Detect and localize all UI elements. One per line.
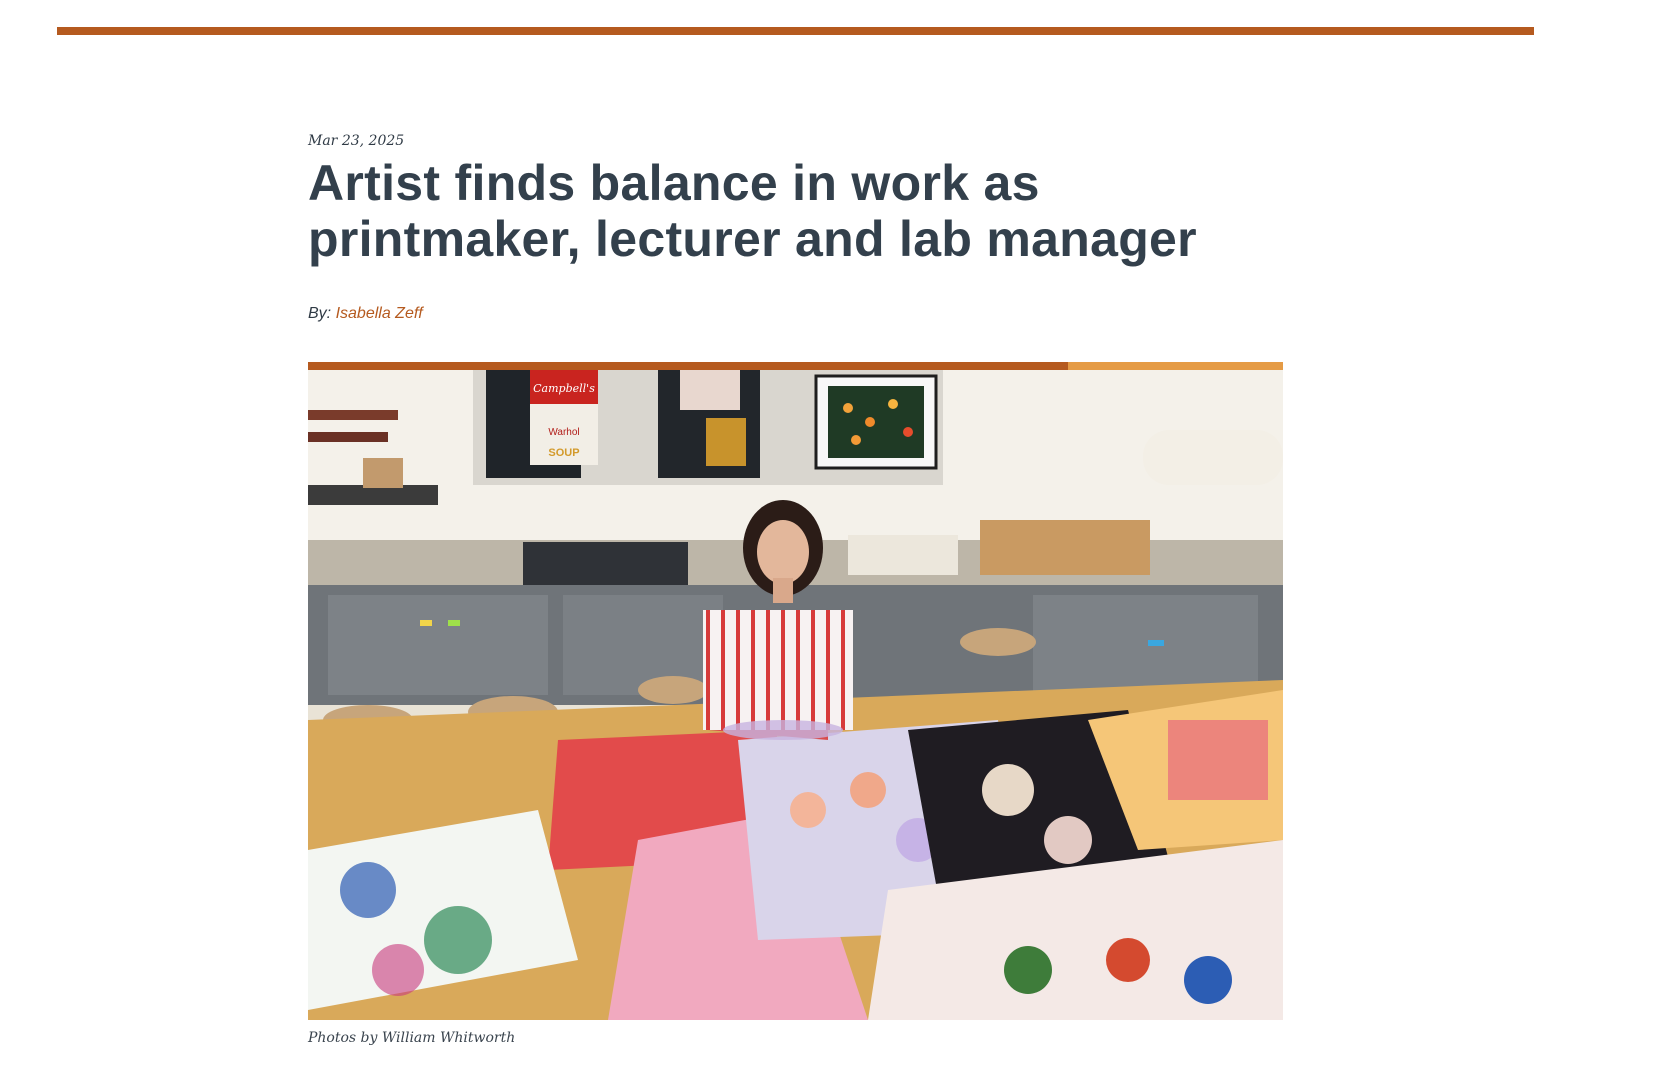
article-figure: Campbell's Warhol SOUP Photos by William…	[308, 362, 1283, 1046]
byline-prefix: By:	[308, 305, 332, 322]
photo-caption: Photos by William Whitworth	[308, 1030, 516, 1046]
headline-line-1: Artist finds balance in work as	[308, 155, 1040, 211]
poster-text-warhol: Warhol	[548, 427, 579, 438]
header-accent-rule	[57, 27, 1534, 35]
figure-rule-dark-segment	[308, 362, 1068, 370]
publish-date: Mar 23, 2025	[308, 133, 405, 149]
article-photo: Campbell's Warhol SOUP	[308, 370, 1283, 1020]
byline: By: Isabella Zeff	[308, 305, 1288, 323]
headline-line-2: printmaker, lecturer and lab manager	[308, 211, 1197, 267]
article-headline: Artist finds balance in work as printmak…	[308, 155, 1288, 267]
article-header: Mar 23, 2025 Artist finds balance in wor…	[308, 133, 1288, 323]
poster-text-campbells: Campbell's	[533, 382, 595, 395]
figure-accent-rule	[308, 362, 1283, 370]
figure-rule-light-segment	[1068, 362, 1283, 370]
article-page: Mar 23, 2025 Artist finds balance in wor…	[0, 0, 1662, 1078]
poster-text-soup: SOUP	[548, 447, 579, 459]
author-link[interactable]: Isabella Zeff	[336, 305, 423, 322]
